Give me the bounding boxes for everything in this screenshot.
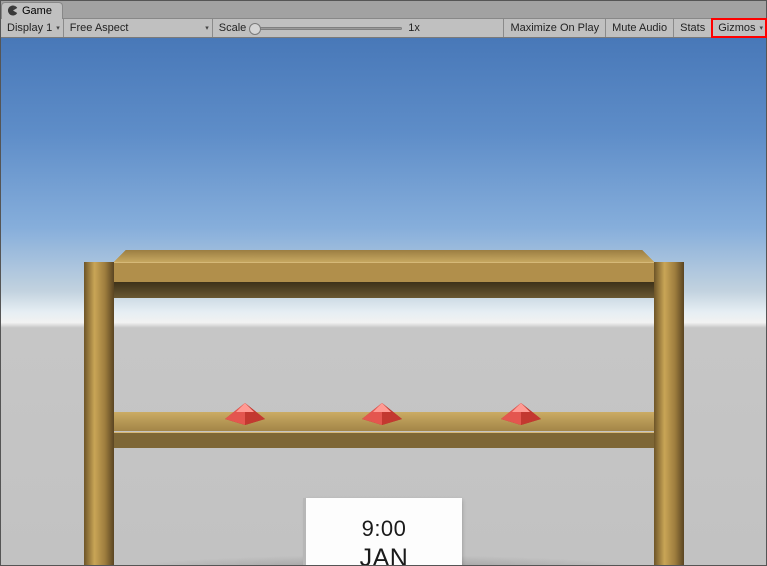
game-tab-icon	[8, 5, 18, 15]
scale-value: 1x	[408, 22, 420, 34]
shelf-top-board	[114, 262, 654, 282]
shelf-left-side	[84, 262, 114, 565]
gizmo-pyramid-icon	[362, 403, 402, 425]
gizmos-dropdown[interactable]: Gizmos ▾	[712, 19, 766, 37]
slider-thumb[interactable]	[249, 23, 261, 35]
display-dropdown[interactable]: Display 1 ▾	[1, 19, 63, 37]
time-card: 9:00 JAN	[306, 498, 462, 565]
scale-control: Scale 1x	[213, 19, 426, 37]
scale-label: Scale	[219, 22, 247, 34]
tab-game[interactable]: Game	[1, 2, 63, 19]
game-viewport[interactable]: 9:00 JAN	[1, 38, 766, 565]
time-text: 9:00	[362, 516, 407, 542]
scale-slider[interactable]	[252, 27, 402, 30]
gizmo-pyramid-icon	[225, 403, 265, 425]
mute-audio-toggle[interactable]: Mute Audio	[606, 19, 673, 37]
chevron-down-icon: ▾	[205, 24, 209, 32]
tab-label: Game	[22, 5, 52, 17]
tab-bar: Game	[1, 1, 766, 19]
game-view-toolbar: Display 1 ▾ Free Aspect ▾ Scale 1x Maxim…	[1, 19, 766, 38]
chevron-down-icon: ▾	[759, 24, 763, 32]
stats-toggle[interactable]: Stats	[674, 19, 711, 37]
chevron-down-icon: ▾	[56, 24, 60, 32]
gizmo-pyramid-icon	[501, 403, 541, 425]
month-text: JAN	[360, 544, 409, 565]
maximize-on-play-toggle[interactable]: Maximize On Play	[504, 19, 605, 37]
shelf-right-side	[654, 262, 684, 565]
aspect-dropdown[interactable]: Free Aspect ▾	[64, 19, 212, 37]
